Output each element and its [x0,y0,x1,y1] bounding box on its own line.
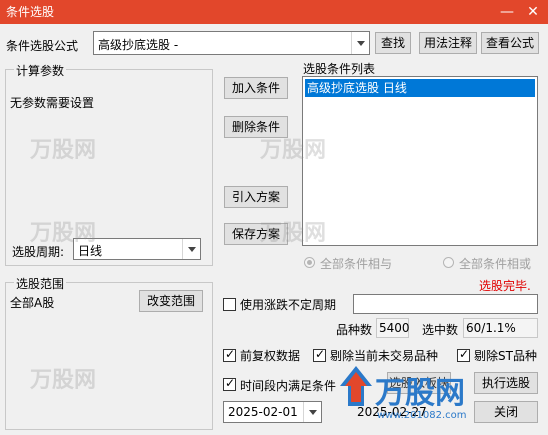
start-date-value: 2025-02-01 [228,405,298,419]
radio-and-label: 全部条件相与 [320,257,393,271]
exclude-st-label: 剔除ST品种 [474,349,537,363]
brand-url: www.201082.com [377,410,467,421]
irregular-period-input[interactable] [353,294,538,314]
selected-value: 60/1.1% [466,321,516,335]
selected-field: 60/1.1% [463,318,538,338]
window-title: 条件选股 [6,5,55,19]
count-value: 5400 [379,321,410,335]
usage-button[interactable]: 用法注释 [419,32,477,54]
period-satisfy-checkbox[interactable] [223,376,236,391]
irregular-period-checkbox[interactable] [223,298,236,311]
adjust-checkbox[interactable] [223,347,236,362]
radio-or[interactable] [443,257,454,268]
formula-label: 条件选股公式 [6,39,79,53]
selected-label: 选中数 [422,323,459,337]
radio-or-label: 全部条件相或 [459,257,532,271]
start-date-combo[interactable]: 2025-02-01 [223,401,322,423]
watermark-text: 万股网 [30,368,97,393]
irregular-period-label: 使用涨跌不定周期 [240,298,337,312]
view-formula-button[interactable]: 查看公式 [481,32,539,54]
exclude-untraded-label: 剔除当前未交易品种 [330,349,439,363]
adjust-label: 前复权数据 [240,349,301,363]
period-satisfy-label: 时间段内满足条件 [240,379,337,393]
close-button[interactable]: 关闭 [474,401,538,423]
import-plan-button[interactable]: 引入方案 [224,186,288,208]
count-label: 品种数 [336,323,373,337]
status-text: 选股完毕. [479,279,531,293]
watermark-text: 万股网 [260,221,327,246]
range-group-title: 选股范围 [14,275,67,292]
watermark-text: 万股网 [260,138,327,163]
chevron-down-icon[interactable] [351,32,369,54]
no-params-text: 无参数需要设置 [10,96,95,110]
chevron-down-icon[interactable] [303,402,321,422]
watermark-text: 万股网 [30,138,97,163]
brand-logo-text: 万股网 [375,376,465,411]
arrow-logo-icon [340,366,372,406]
change-range-button[interactable]: 改变范围 [139,290,203,312]
condition-list-title: 选股条件列表 [303,62,376,76]
exclude-untraded-checkbox[interactable] [313,347,326,362]
formula-combo[interactable]: 高级抄底选股 - [93,31,370,55]
run-selection-button[interactable]: 执行选股 [474,372,538,394]
add-condition-button[interactable]: 加入条件 [224,77,288,99]
condition-list[interactable]: 高级抄底选股 日线 [302,76,538,246]
exclude-st-checkbox[interactable] [457,347,470,362]
params-group-title: 计算参数 [14,62,67,79]
close-window-button[interactable]: ✕ [520,0,546,24]
count-field: 5400 [376,318,410,338]
formula-value: 高级抄底选股 - [98,38,179,52]
minimize-button[interactable]: — [494,0,520,24]
watermark-text: 万股网 [30,221,97,246]
title-bar: 条件选股 — ✕ [0,0,548,24]
list-item[interactable]: 高级抄底选股 日线 [305,79,535,97]
radio-and[interactable] [304,257,315,268]
find-button[interactable]: 查找 [375,32,411,54]
chevron-down-icon[interactable] [182,239,200,259]
range-value: 全部A股 [10,296,55,310]
